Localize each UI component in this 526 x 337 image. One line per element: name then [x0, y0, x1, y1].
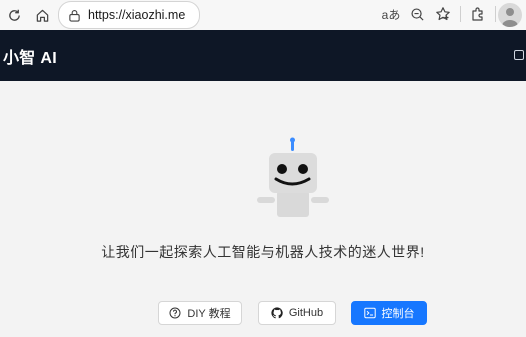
tagline-text: 让我们一起探索人工智能与机器人技术的迷人世界! [101, 244, 425, 260]
main-content: 让我们一起探索人工智能与机器人技术的迷人世界! DIY 教程 GitHub 控制… [0, 81, 526, 337]
favorite-star-icon[interactable] [430, 1, 456, 27]
browser-toolbar: https://xiaozhi.me aあ [0, 0, 526, 30]
github-icon [271, 307, 283, 319]
profile-avatar-icon[interactable] [498, 3, 522, 27]
url-text: https://xiaozhi.me [88, 8, 186, 22]
app-header: 小智 AI [0, 30, 526, 81]
console-label: 控制台 [381, 308, 415, 320]
console-button[interactable]: 控制台 [351, 301, 427, 325]
diy-tutorial-button[interactable]: DIY 教程 [158, 301, 242, 325]
window-icon[interactable] [514, 50, 524, 60]
terminal-icon [363, 307, 376, 319]
app-title[interactable]: 小智 AI [3, 44, 57, 68]
lock-icon[interactable] [68, 8, 82, 22]
address-bar[interactable]: https://xiaozhi.me aあ [58, 1, 520, 29]
github-button[interactable]: GitHub [258, 301, 336, 325]
robot-mascot-icon [256, 137, 330, 219]
home-icon[interactable] [30, 0, 54, 30]
diy-tutorial-label: DIY 教程 [187, 308, 231, 320]
github-label: GitHub [288, 307, 324, 319]
toolbar-divider [460, 6, 461, 22]
url-field[interactable]: https://xiaozhi.me [58, 1, 200, 29]
toolbar-divider [495, 6, 496, 22]
extensions-icon[interactable] [465, 1, 491, 27]
help-circle-icon [169, 307, 181, 319]
read-aloud-icon[interactable]: aあ [378, 1, 404, 27]
zoom-out-icon[interactable] [404, 1, 430, 27]
refresh-icon[interactable] [2, 0, 26, 30]
